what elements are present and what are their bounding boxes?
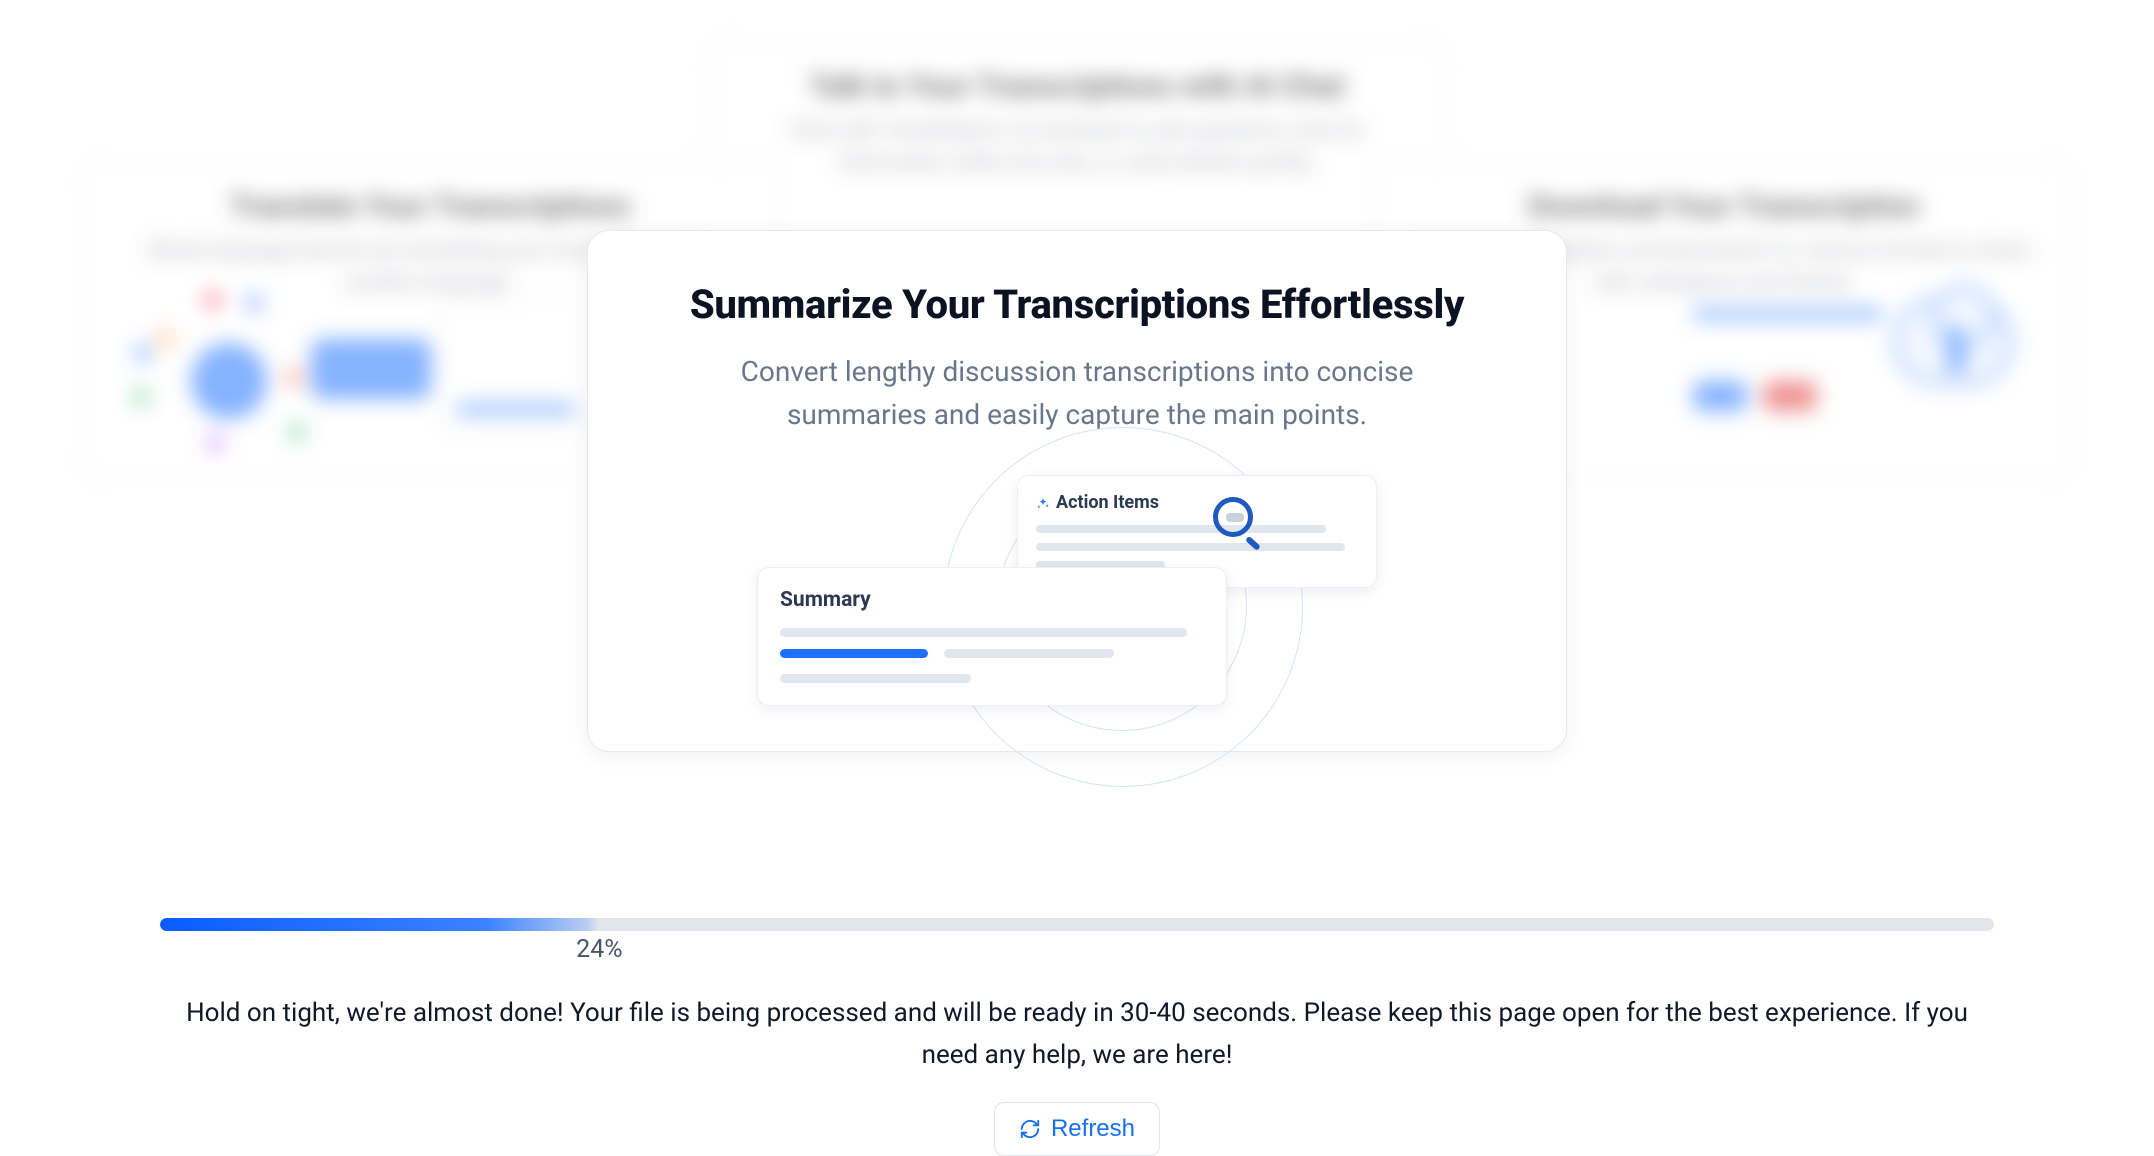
refresh-button-label: Refresh xyxy=(1051,1115,1135,1143)
featured-title: Summarize Your Transcriptions Effortless… xyxy=(642,281,1512,328)
bg-card-title: Talk to Your Transcriptions with AI Chat xyxy=(748,69,1406,104)
refresh-icon xyxy=(1019,1118,1041,1140)
sparkle-icon xyxy=(1036,495,1050,509)
processing-status-message: Hold on tight, we're almost done! Your f… xyxy=(160,992,1994,1076)
bg-card-title: Download Your Transcription xyxy=(1407,189,2041,224)
summarize-illustration: Action Items Summary xyxy=(757,467,1397,697)
translate-illustration xyxy=(131,289,391,449)
featured-card-summarize: Summarize Your Transcriptions Effortless… xyxy=(587,230,1567,752)
refresh-button[interactable]: Refresh xyxy=(994,1102,1160,1156)
featured-description: Convert lengthy discussion transcription… xyxy=(687,350,1467,437)
magnifier-icon xyxy=(1211,495,1267,551)
progress-bar xyxy=(160,918,1994,931)
progress-percent-label: 24% xyxy=(160,935,1994,964)
progress-bar-fill xyxy=(160,918,600,931)
bg-card-title: Translate Your Transcriptions xyxy=(113,189,747,224)
download-illustration xyxy=(1693,299,2013,449)
processing-progress-area: 24% Hold on tight, we're almost done! Yo… xyxy=(160,918,1994,1156)
illustration-summary-card: Summary xyxy=(757,567,1227,706)
summary-label: Summary xyxy=(780,588,1204,612)
bg-card-description: Chat with Transkriptor's AI assistant to… xyxy=(748,116,1406,179)
action-items-label: Action Items xyxy=(1036,492,1358,513)
feature-carousel: Talk to Your Transcriptions with AI Chat… xyxy=(0,0,2154,800)
